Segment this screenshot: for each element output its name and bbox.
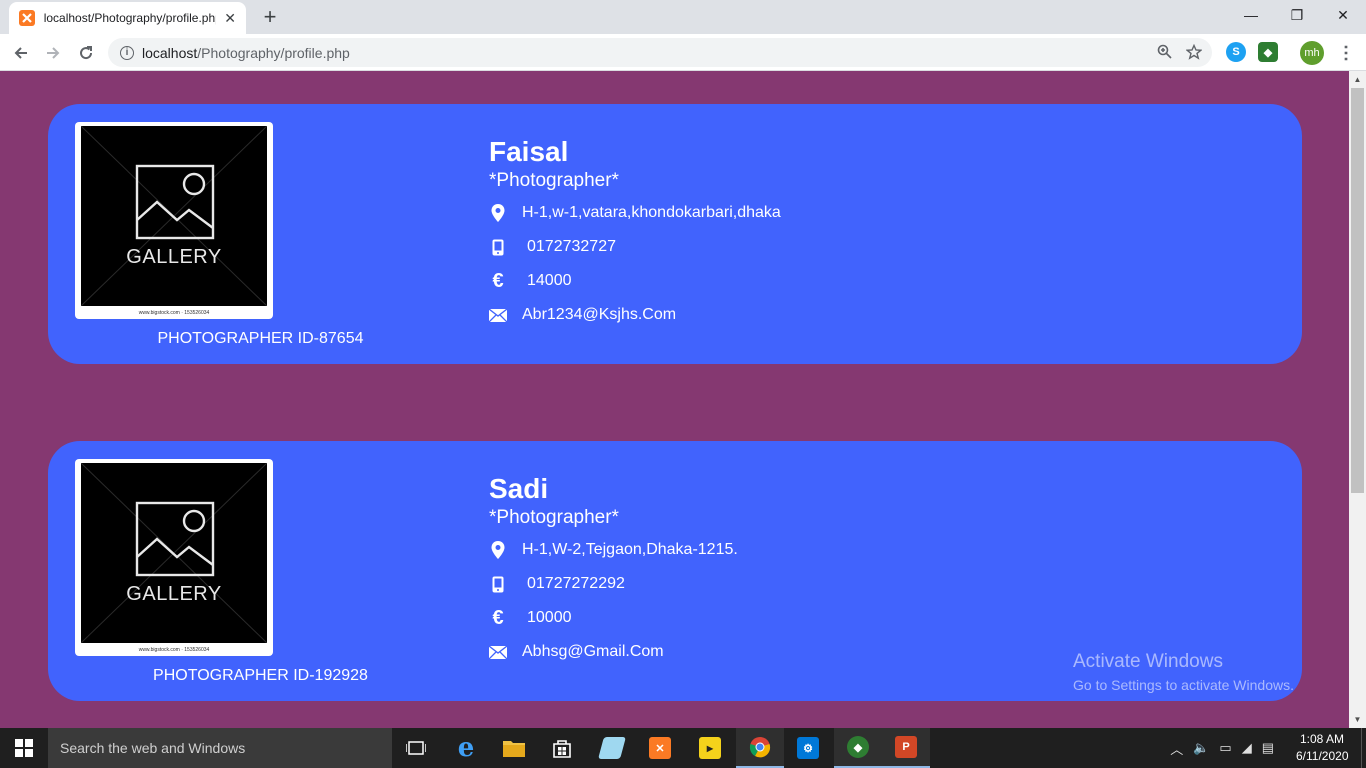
profile-photo-frame: GALLERY www.bigstock.com · 153526034: [75, 459, 273, 656]
profile-card: GALLERY www.bigstock.com · 153526034 PHO…: [48, 104, 1302, 364]
profile-name: Sadi: [489, 473, 549, 504]
browser-tabstrip: localhost/Photography/profile.php ✕ + — …: [0, 0, 1366, 34]
photo-caption: www.bigstock.com · 153526034: [138, 647, 210, 653]
player-app-icon[interactable]: ▶: [686, 728, 734, 768]
profile-name: Faisal: [489, 136, 569, 167]
start-button[interactable]: [0, 728, 48, 768]
gallery-image-icon: [81, 126, 267, 306]
show-desktop-button[interactable]: [1361, 728, 1366, 768]
watermark-title: Activate Windows: [1073, 651, 1223, 672]
close-window-button[interactable]: ✕: [1320, 0, 1366, 30]
profile-role: *Photographer*: [489, 170, 619, 191]
browser-tab[interactable]: localhost/Photography/profile.php ✕: [9, 2, 246, 34]
map-pin-icon: [489, 541, 507, 559]
bookmark-star-icon[interactable]: [1185, 43, 1203, 64]
page-scrollbar[interactable]: ▲ ▼: [1349, 71, 1366, 728]
euro-icon: €: [492, 606, 504, 629]
address-text: H-1,w-1,vatara,khondokarbari,dhaka: [522, 204, 781, 221]
mobile-phone-icon: [489, 238, 507, 256]
windows-taskbar: Search the web and Windows e ✕ ▶ ⚙ ◆ P ︿…: [0, 728, 1366, 768]
back-button[interactable]: [8, 40, 34, 66]
photographer-id: PHOTOGRAPHER ID-87654: [157, 330, 364, 347]
chrome-icon[interactable]: [736, 728, 784, 768]
powerpoint-icon[interactable]: P: [882, 728, 930, 768]
address-text: H-1,W-2,Tejgaon,Dhaka-1215.: [522, 541, 738, 558]
euro-icon: €: [492, 269, 504, 292]
photographer-id: PHOTOGRAPHER ID-192928: [153, 667, 368, 684]
site-info-icon[interactable]: i: [120, 45, 134, 60]
forward-arrow-icon: [47, 47, 60, 59]
watermark-subtitle: Go to Settings to activate Windows.: [1073, 677, 1294, 693]
reload-button[interactable]: [73, 40, 99, 66]
address-row: H-1,w-1,vatara,khondokarbari,dhaka: [489, 204, 781, 222]
browser-menu-icon[interactable]: ⋯: [1336, 40, 1356, 66]
phone-row: 0172732727: [489, 238, 616, 256]
scroll-down-arrow-icon[interactable]: ▼: [1349, 711, 1366, 728]
store-icon[interactable]: [538, 728, 586, 768]
profile-role: *Photographer*: [489, 507, 619, 528]
envelope-icon: [489, 643, 507, 661]
rate-row: € 10000: [489, 606, 572, 629]
wifi-icon[interactable]: ◢: [1242, 740, 1252, 756]
tab-close-icon[interactable]: ✕: [224, 10, 236, 27]
envelope-icon: [489, 306, 507, 324]
back-arrow-icon: [14, 47, 27, 59]
activate-windows-watermark: Activate Windows Go to Settings to activ…: [1073, 651, 1294, 693]
taskbar-search[interactable]: Search the web and Windows: [48, 728, 392, 768]
email-row: Abr1234@Ksjhs.Com: [489, 306, 676, 324]
gallery-image-icon: [81, 463, 267, 643]
scroll-up-arrow-icon[interactable]: ▲: [1349, 71, 1366, 88]
reload-icon: [80, 46, 93, 60]
zoom-icon[interactable]: [1157, 44, 1172, 64]
phone-text: 0172732727: [527, 238, 616, 255]
photo-caption: www.bigstock.com · 153526034: [138, 310, 210, 316]
profile-avatar[interactable]: mh: [1300, 41, 1324, 65]
clock-date: 6/11/2020: [1296, 749, 1349, 763]
notes-app-icon[interactable]: [588, 728, 636, 768]
taskbar-clock[interactable]: 1:08 AM 6/11/2020: [1296, 731, 1349, 765]
rate-text: 14000: [527, 272, 572, 289]
network-app-icon[interactable]: ◆: [834, 728, 882, 768]
email-row: Abhsg@Gmail.Com: [489, 643, 664, 661]
tray-chevron-up-icon[interactable]: ︿: [1170, 739, 1183, 758]
address-row: H-1,W-2,Tejgaon,Dhaka-1215.: [489, 541, 738, 559]
profile-photo: GALLERY: [81, 463, 267, 643]
edge-browser-icon[interactable]: e: [442, 728, 490, 768]
xampp-icon[interactable]: ✕: [636, 728, 684, 768]
phone-text: 01727272292: [527, 575, 625, 592]
page-viewport: GALLERY www.bigstock.com · 153526034 PHO…: [0, 71, 1349, 728]
globe-extension-icon[interactable]: ◆: [1258, 42, 1278, 62]
rate-text: 10000: [527, 609, 572, 626]
browser-toolbar: i localhost/Photography/profile.php S ◆ …: [0, 34, 1366, 71]
file-explorer-icon[interactable]: [490, 728, 538, 768]
mobile-phone-icon: [489, 575, 507, 593]
tab-title: localhost/Photography/profile.php: [43, 11, 217, 25]
email-text[interactable]: Abr1234@Ksjhs.Com: [522, 306, 676, 324]
task-view-icon[interactable]: [392, 728, 440, 768]
forward-button[interactable]: [40, 40, 66, 66]
windows-logo-icon: [15, 739, 33, 757]
map-pin-icon: [489, 204, 507, 222]
profile-photo: GALLERY: [81, 126, 267, 306]
new-tab-button[interactable]: +: [258, 4, 282, 29]
restore-button[interactable]: ❐: [1274, 0, 1320, 30]
volume-icon[interactable]: 🔈: [1193, 740, 1209, 756]
rate-row: € 14000: [489, 269, 572, 292]
url-text: localhost/Photography/profile.php: [142, 44, 350, 61]
system-tray: ︿ 🔈 ▭ ◢ ▤: [1170, 728, 1274, 768]
gallery-label: GALLERY: [126, 583, 222, 605]
email-text[interactable]: Abhsg@Gmail.Com: [522, 643, 664, 661]
settings-app-icon[interactable]: ⚙: [784, 728, 832, 768]
skype-extension-icon[interactable]: S: [1226, 42, 1246, 62]
xampp-favicon-icon: [19, 10, 35, 26]
address-bar[interactable]: i localhost/Photography/profile.php: [108, 38, 1212, 67]
gallery-label: GALLERY: [126, 246, 222, 268]
battery-icon[interactable]: ▭: [1219, 740, 1231, 756]
action-center-icon[interactable]: ▤: [1262, 740, 1274, 756]
minimize-button[interactable]: —: [1228, 0, 1274, 30]
phone-row: 01727272292: [489, 575, 625, 593]
scroll-thumb[interactable]: [1351, 88, 1364, 493]
profile-photo-frame: GALLERY www.bigstock.com · 153526034: [75, 122, 273, 319]
clock-time: 1:08 AM: [1299, 732, 1345, 746]
